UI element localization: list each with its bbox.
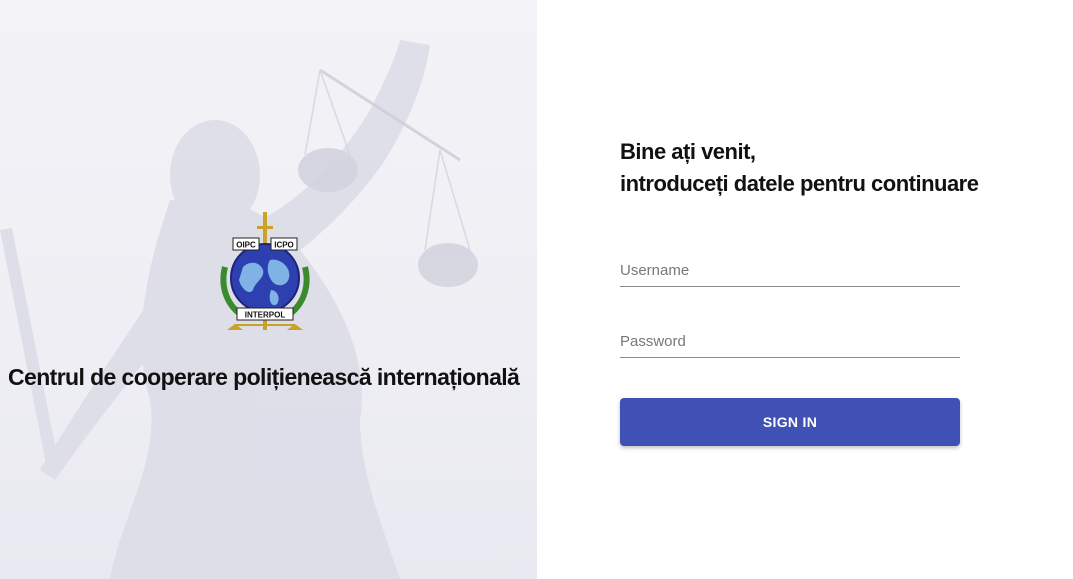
logo-text-interpol: INTERPOL: [245, 311, 286, 320]
password-input[interactable]: [620, 325, 960, 357]
logo-text-oipc: OIPC: [236, 241, 256, 250]
username-input[interactable]: [620, 254, 960, 286]
branding-panel: OIPC ICPO INTERPOL Centrul de cooperare …: [0, 0, 537, 579]
interpol-logo-icon: OIPC ICPO INTERPOL: [220, 212, 310, 330]
logo-text-icpo: ICPO: [274, 241, 294, 250]
username-field: [620, 254, 960, 287]
sign-in-button[interactable]: SIGN IN: [620, 398, 960, 446]
welcome-line-1: Bine ați venit,: [620, 139, 756, 164]
welcome-line-2: introduceți datele pentru continuare: [620, 171, 979, 196]
login-page: OIPC ICPO INTERPOL Centrul de cooperare …: [0, 0, 1073, 579]
password-field: [620, 325, 960, 358]
welcome-heading: Bine ați venit, introduceți datele pentr…: [620, 136, 979, 200]
organization-title: Centrul de cooperare polițienească inter…: [8, 364, 520, 390]
